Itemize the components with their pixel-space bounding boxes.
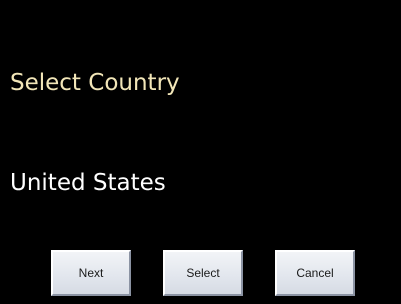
select-button[interactable]: Select (163, 250, 243, 296)
country-selection-screen: Select Country United States Next Select… (0, 0, 401, 304)
selected-country-value: United States (10, 170, 166, 196)
prompt-title: Select Country (10, 70, 180, 96)
cancel-button[interactable]: Cancel (275, 250, 355, 296)
next-button[interactable]: Next (51, 250, 131, 296)
